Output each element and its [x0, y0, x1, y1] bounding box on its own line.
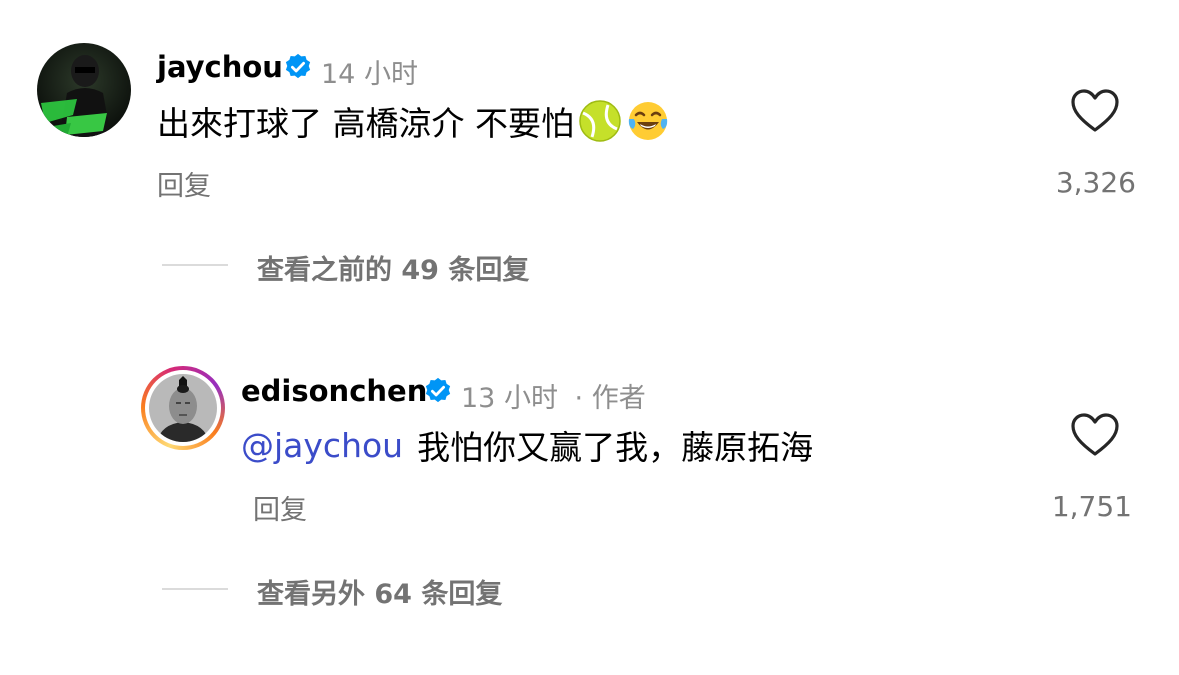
comment-body: 出來打球了 高橋涼介 不要怕 — [157, 104, 574, 143]
mention-link[interactable]: @jaychou — [241, 426, 403, 465]
avatar-jaychou[interactable] — [37, 43, 131, 137]
comment-body: 我怕你又赢了我，藤原拓海 — [417, 428, 814, 467]
view-more-replies-button[interactable]: 查看另外 64 条回复 — [257, 572, 502, 611]
view-previous-replies-button[interactable]: 查看之前的 49 条回复 — [257, 248, 529, 287]
username-jaychou[interactable]: jaychou — [157, 50, 283, 84]
reply-button[interactable]: 回复 — [157, 164, 211, 203]
comment-time: 13 小时 · 作者 — [461, 376, 646, 415]
comment-time: 14 小时 — [321, 59, 418, 90]
comment-time-value: 13 小时 — [461, 383, 558, 414]
comment-text: @jaychou 我怕你又赢了我，藤原拓海 — [241, 422, 813, 468]
reply-divider — [162, 588, 228, 590]
author-tag: · 作者 — [574, 383, 646, 414]
username-edisonchen[interactable]: edisonchen — [241, 374, 427, 408]
comment-text: 出來打球了 高橋涼介 不要怕 — [157, 98, 670, 144]
verified-badge-icon — [425, 377, 451, 403]
like-count: 1,751 — [1051, 490, 1132, 523]
verified-badge-icon — [285, 53, 311, 79]
avatar-edisonchen[interactable] — [149, 374, 217, 442]
tennis-ball-emoji-icon — [579, 100, 621, 142]
like-heart-icon[interactable] — [1070, 88, 1120, 134]
tears-of-joy-emoji-icon — [628, 102, 668, 140]
like-heart-icon[interactable] — [1070, 412, 1120, 458]
reply-button[interactable]: 回复 — [253, 488, 307, 527]
reply-divider — [162, 264, 228, 266]
like-count: 3,326 — [1055, 166, 1136, 199]
